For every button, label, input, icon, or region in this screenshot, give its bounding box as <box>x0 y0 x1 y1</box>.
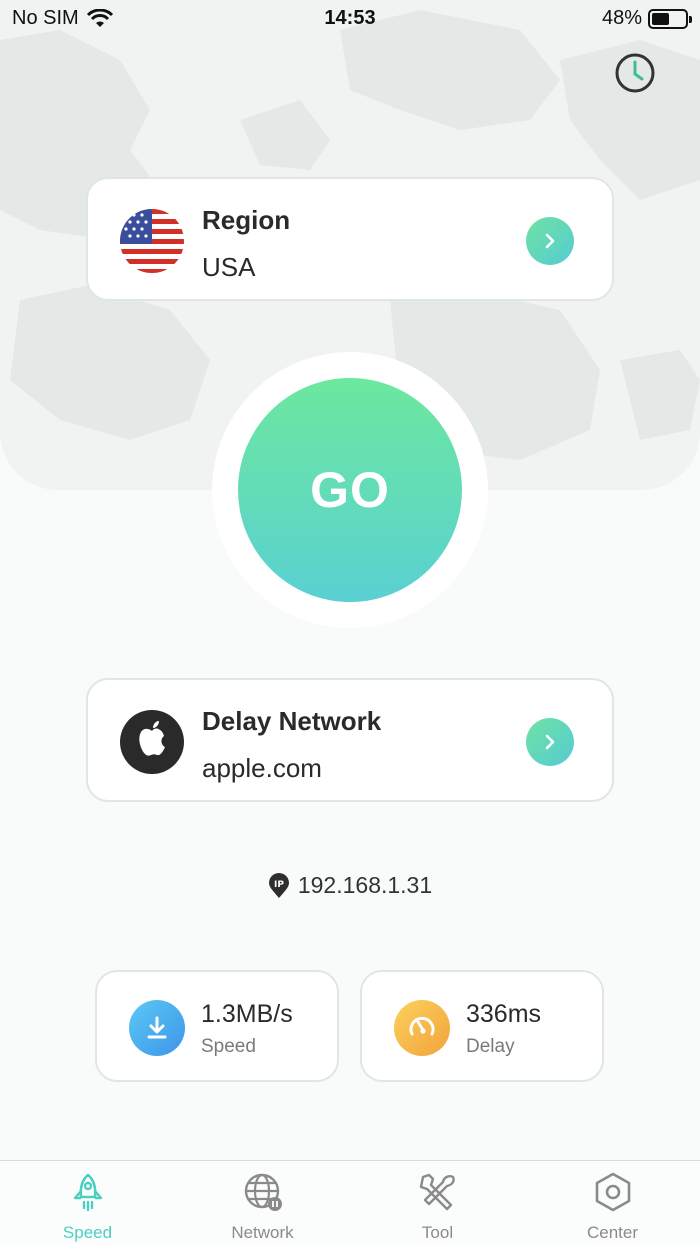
delay-network-chevron-button[interactable] <box>526 718 574 766</box>
apple-logo-icon <box>120 710 184 774</box>
speedometer-icon <box>394 1000 450 1056</box>
speed-label: Speed <box>201 1036 256 1057</box>
tab-center-label: Center <box>586 1223 639 1242</box>
battery-percent: 48% <box>601 7 642 29</box>
clock-icon <box>615 53 655 93</box>
tab-tool-label: Tool <box>421 1223 454 1242</box>
battery-icon <box>648 8 692 29</box>
tools-icon <box>419 1173 455 1211</box>
tab-speed[interactable]: Speed <box>0 1161 175 1244</box>
tab-tool[interactable]: Tool <box>350 1161 525 1244</box>
region-card[interactable]: Region USA <box>86 177 614 301</box>
region-chevron-button[interactable] <box>526 217 574 265</box>
delay-network-title: Delay Network <box>202 706 382 736</box>
rocket-icon <box>73 1173 103 1212</box>
tab-bar: Speed Network Tool Center <box>0 1160 700 1244</box>
chevron-right-icon <box>545 734 555 750</box>
delay-value: 336ms <box>466 1000 542 1028</box>
ip-address-row: IP 192.168.1.31 <box>0 872 700 899</box>
delay-network-card[interactable]: Delay Network apple.com <box>86 678 614 802</box>
delay-stat-card: 336ms Delay <box>360 970 604 1082</box>
go-button[interactable]: GO <box>238 378 462 602</box>
hexagon-icon <box>595 1172 631 1212</box>
download-icon <box>129 1000 185 1056</box>
delay-label: Delay <box>466 1036 515 1057</box>
ip-location-pin-icon: IP <box>268 872 289 898</box>
ip-address: 192.168.1.31 <box>297 872 433 898</box>
speed-value: 1.3MB/s <box>201 1000 293 1028</box>
globe-icon <box>244 1173 282 1211</box>
chevron-right-icon <box>545 233 555 249</box>
tab-network-label: Network <box>231 1223 294 1242</box>
status-right: 48% <box>601 7 692 30</box>
region-title: Region <box>202 205 291 235</box>
speed-stat-card: 1.3MB/s Speed <box>95 970 339 1082</box>
usa-flag-icon <box>120 209 184 273</box>
region-value: USA <box>202 252 256 282</box>
status-bar: No SIM 14:53 48% <box>0 0 700 40</box>
tab-network[interactable]: Network <box>175 1161 350 1244</box>
speed-screen: No SIM 14:53 48% Region USA GO Delay Net… <box>0 0 700 1244</box>
history-button[interactable] <box>613 51 657 95</box>
tab-speed-label: Speed <box>62 1223 113 1242</box>
clock: 14:53 <box>324 7 376 29</box>
delay-network-value: apple.com <box>202 753 322 783</box>
tab-center[interactable]: Center <box>525 1161 700 1244</box>
svg-text:IP: IP <box>274 880 284 890</box>
